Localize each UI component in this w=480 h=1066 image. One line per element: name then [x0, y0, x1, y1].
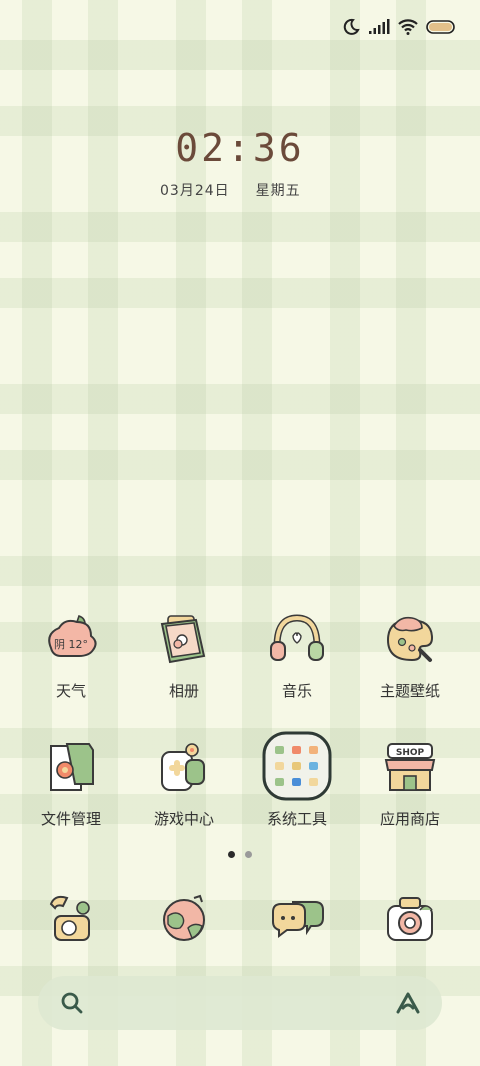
gallery-icon	[160, 615, 206, 664]
headphones-icon	[270, 614, 324, 661]
weekday-text: 星期五	[255, 183, 301, 199]
messages-icon	[272, 901, 324, 938]
app-label: 文件管理	[40, 810, 101, 828]
app-label: 相册	[168, 682, 199, 700]
app-game-center[interactable]: 游戏中心	[129, 738, 239, 829]
app-file-manager[interactable]: 文件管理	[16, 738, 126, 829]
dock-browser[interactable]	[129, 888, 239, 948]
weather-icon: 阴 12°	[48, 614, 97, 657]
wifi-icon	[398, 19, 418, 35]
camera-icon	[387, 897, 433, 941]
browser-globe-icon	[163, 894, 205, 941]
system-tools-folder-icon	[262, 731, 332, 801]
shop-sign-text: SHOP	[396, 748, 425, 758]
game-center-icon	[161, 743, 205, 791]
app-themes[interactable]: 主题壁纸	[355, 610, 465, 701]
app-label: 音乐	[281, 682, 312, 700]
clock-time[interactable]: 02:36	[0, 126, 480, 170]
palette-icon	[386, 616, 434, 662]
app-label: 游戏中心	[153, 810, 214, 828]
app-weather[interactable]: 阴 12° 天气	[16, 610, 126, 701]
shop-icon: SHOP	[384, 743, 436, 791]
app-label: 系统工具	[266, 810, 327, 828]
page-dot[interactable]	[245, 851, 252, 858]
page-indicator[interactable]	[228, 851, 252, 858]
battery-icon	[426, 20, 455, 34]
app-music[interactable]: 音乐	[242, 610, 352, 701]
search-icon[interactable]	[60, 991, 84, 1015]
file-manager-icon	[50, 743, 94, 791]
dock-phone[interactable]	[16, 888, 126, 948]
dock-messages[interactable]	[242, 888, 352, 948]
dock-camera[interactable]	[355, 888, 465, 948]
app-gallery[interactable]: 相册	[129, 610, 239, 701]
app-label: 主题壁纸	[379, 682, 440, 700]
weather-temperature: 阴 12°	[54, 638, 88, 651]
folder-system-tools[interactable]: 系统工具	[242, 730, 352, 829]
status-bar	[342, 18, 456, 36]
app-label: 应用商店	[379, 810, 440, 828]
phone-icon	[49, 895, 90, 941]
date-text: 03月24日	[160, 183, 230, 199]
assistant-icon[interactable]	[394, 990, 422, 1016]
date-row: 03月24日 星期五	[160, 180, 301, 200]
app-label: 天气	[55, 682, 86, 700]
search-bar[interactable]	[38, 976, 442, 1030]
app-store[interactable]: SHOP 应用商店	[355, 738, 465, 829]
moon-icon	[343, 18, 360, 35]
signal-icon	[369, 19, 390, 34]
page-dot-active[interactable]	[228, 851, 235, 858]
